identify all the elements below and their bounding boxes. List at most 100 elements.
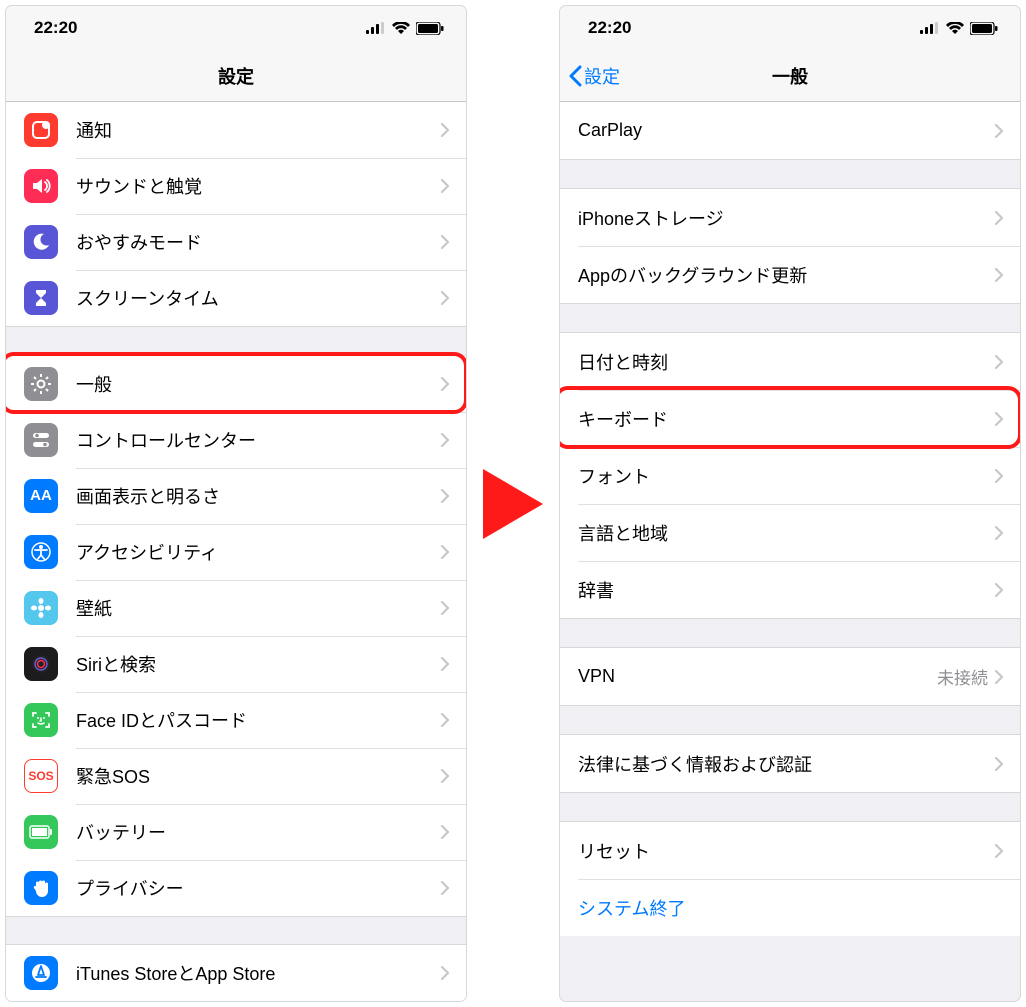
row-privacy[interactable]: プライバシー bbox=[6, 860, 466, 916]
chevron-right-icon bbox=[440, 824, 450, 840]
status-time: 22:20 bbox=[34, 18, 77, 38]
chevron-left-icon bbox=[568, 65, 582, 87]
chevron-right-icon bbox=[440, 290, 450, 306]
row-label: アクセシビリティ bbox=[76, 539, 440, 565]
row-label: 緊急SOS bbox=[76, 763, 440, 789]
row-label: 辞書 bbox=[578, 577, 994, 603]
row-control-center[interactable]: コントロールセンター bbox=[6, 412, 466, 468]
chevron-right-icon bbox=[994, 468, 1004, 484]
general-screen-right: 22:20 設定 一般 CarPlay iPhoneストレージ Appのバックグラウ… bbox=[560, 6, 1020, 1001]
row-storage[interactable]: iPhoneストレージ bbox=[560, 189, 1020, 246]
row-carplay[interactable]: CarPlay bbox=[560, 102, 1020, 159]
chevron-right-icon bbox=[994, 210, 1004, 226]
sound-icon bbox=[24, 169, 58, 203]
row-fonts[interactable]: フォント bbox=[560, 447, 1020, 504]
status-indicators bbox=[920, 22, 998, 35]
row-label: 一般 bbox=[76, 371, 440, 397]
settings-screen-left: 22:20 設定 通知サウンドと触覚おやすみモードスクリーンタイム一般コントロー… bbox=[6, 6, 466, 1001]
row-wallpaper[interactable]: 壁紙 bbox=[6, 580, 466, 636]
chevron-right-icon bbox=[994, 756, 1004, 772]
row-general[interactable]: 一般 bbox=[6, 356, 466, 412]
wifi-icon bbox=[392, 22, 410, 34]
row-label: Appのバックグラウンド更新 bbox=[578, 262, 994, 288]
row-itunes[interactable]: iTunes StoreとApp Store bbox=[6, 945, 466, 1001]
battery-icon bbox=[970, 22, 998, 35]
row-bg-refresh[interactable]: Appのバックグラウンド更新 bbox=[560, 246, 1020, 303]
chevron-right-icon bbox=[440, 656, 450, 672]
row-legal[interactable]: 法律に基づく情報および認証 bbox=[560, 735, 1020, 792]
aa-icon: AA bbox=[24, 479, 58, 513]
row-battery[interactable]: バッテリー bbox=[6, 804, 466, 860]
chevron-right-icon bbox=[440, 488, 450, 504]
row-language[interactable]: 言語と地域 bbox=[560, 504, 1020, 561]
status-bar: 22:20 bbox=[560, 6, 1020, 50]
switches-icon bbox=[24, 423, 58, 457]
chevron-right-icon bbox=[440, 544, 450, 560]
status-indicators bbox=[366, 22, 444, 35]
battery-icon bbox=[24, 815, 58, 849]
siri-icon bbox=[24, 647, 58, 681]
row-vpn[interactable]: VPN未接続 bbox=[560, 648, 1020, 705]
faceid-icon bbox=[24, 703, 58, 737]
status-time: 22:20 bbox=[588, 18, 631, 38]
row-label: Face IDとパスコード bbox=[76, 707, 440, 733]
accessibility-icon bbox=[24, 535, 58, 569]
chevron-right-icon bbox=[440, 965, 450, 981]
battery-icon bbox=[416, 22, 444, 35]
row-display[interactable]: AA画面表示と明るさ bbox=[6, 468, 466, 524]
appstore-icon bbox=[24, 956, 58, 990]
row-siri[interactable]: Siriと検索 bbox=[6, 636, 466, 692]
gear-icon bbox=[24, 367, 58, 401]
row-label: 法律に基づく情報および認証 bbox=[578, 751, 994, 777]
row-accessibility[interactable]: アクセシビリティ bbox=[6, 524, 466, 580]
chevron-right-icon bbox=[994, 267, 1004, 283]
notification-icon bbox=[24, 113, 58, 147]
row-label: 通知 bbox=[76, 117, 440, 143]
row-label: コントロールセンター bbox=[76, 427, 440, 453]
back-button[interactable]: 設定 bbox=[568, 63, 620, 89]
row-label: VPN bbox=[578, 666, 937, 687]
chevron-right-icon bbox=[994, 843, 1004, 859]
row-label: フォント bbox=[578, 463, 994, 489]
row-label: プライバシー bbox=[76, 875, 440, 901]
cellular-icon bbox=[366, 22, 386, 34]
row-datetime[interactable]: 日付と時刻 bbox=[560, 333, 1020, 390]
chevron-right-icon bbox=[440, 234, 450, 250]
row-label: 日付と時刻 bbox=[578, 349, 994, 375]
general-list: CarPlay iPhoneストレージ Appのバックグラウンド更新日付と時刻キーボ… bbox=[560, 102, 1020, 1001]
chevron-right-icon bbox=[440, 880, 450, 896]
chevron-right-icon bbox=[440, 122, 450, 138]
chevron-right-icon bbox=[994, 411, 1004, 427]
chevron-right-icon bbox=[994, 582, 1004, 598]
chevron-right-icon bbox=[440, 432, 450, 448]
row-label: 言語と地域 bbox=[578, 520, 994, 546]
page-title: 一般 bbox=[772, 63, 808, 89]
row-label: iPhoneストレージ bbox=[578, 205, 994, 231]
row-label: サウンドと触覚 bbox=[76, 173, 440, 199]
row-label: Siriと検索 bbox=[76, 651, 440, 677]
row-notifications[interactable]: 通知 bbox=[6, 102, 466, 158]
row-sounds[interactable]: サウンドと触覚 bbox=[6, 158, 466, 214]
sos-icon: SOS bbox=[24, 759, 58, 793]
row-reset[interactable]: リセット bbox=[560, 822, 1020, 879]
row-dnd[interactable]: おやすみモード bbox=[6, 214, 466, 270]
row-shutdown[interactable]: システム終了 bbox=[560, 879, 1020, 936]
row-faceid[interactable]: Face IDとパスコード bbox=[6, 692, 466, 748]
row-keyboard[interactable]: キーボード bbox=[560, 390, 1020, 447]
arrow-separator bbox=[473, 6, 553, 1001]
row-label: iTunes StoreとApp Store bbox=[76, 960, 440, 986]
row-label: リセット bbox=[578, 838, 994, 864]
page-title: 設定 bbox=[218, 63, 254, 89]
row-label: キーボード bbox=[578, 406, 994, 432]
chevron-right-icon bbox=[994, 525, 1004, 541]
hourglass-icon bbox=[24, 281, 58, 315]
row-screentime[interactable]: スクリーンタイム bbox=[6, 270, 466, 326]
row-label: システム終了 bbox=[578, 895, 1004, 921]
row-dictionary[interactable]: 辞書 bbox=[560, 561, 1020, 618]
back-label: 設定 bbox=[584, 63, 620, 89]
arrow-right-icon bbox=[483, 469, 543, 539]
chevron-right-icon bbox=[994, 123, 1004, 139]
row-sos[interactable]: SOS 緊急SOS bbox=[6, 748, 466, 804]
cellular-icon bbox=[920, 22, 940, 34]
hand-icon bbox=[24, 871, 58, 905]
